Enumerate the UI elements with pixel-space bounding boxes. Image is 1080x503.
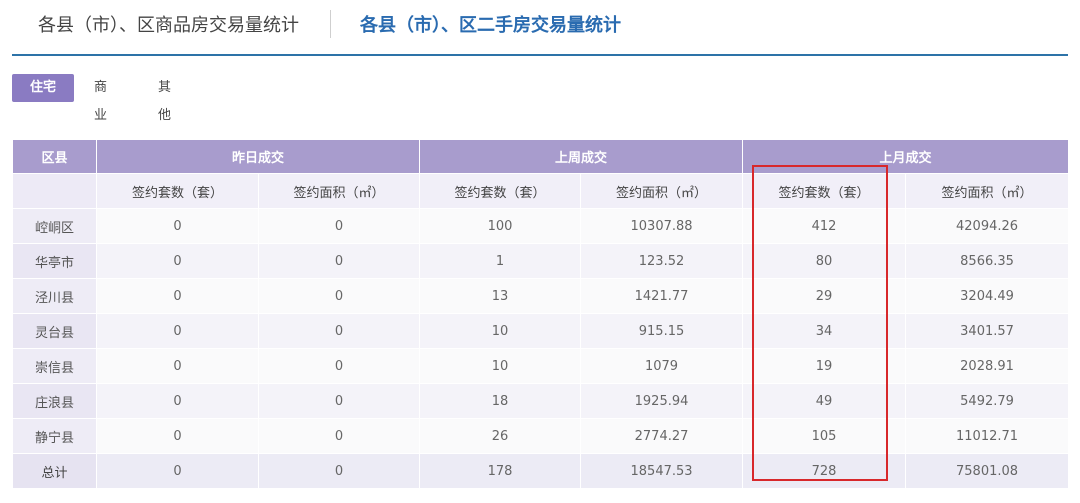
district-cell: 泾川县 [12, 278, 97, 314]
subheader-cell [12, 173, 97, 209]
data-cell: 0 [96, 208, 259, 244]
data-cell: 0 [96, 383, 259, 419]
data-cell: 0 [257, 348, 421, 384]
tab-commercial-housing-stats[interactable]: 各县（市）、区商品房交易量统计 [38, 11, 299, 37]
subheader-cell: 签约套数（套） [96, 173, 259, 209]
table-row: 庄浪县 0 0 18 1925.94 49 5492.79 [12, 383, 1070, 419]
subheader-cell: 签约面积（㎡） [257, 173, 421, 209]
data-cell: 3204.49 [905, 278, 1070, 314]
header-yesterday: 昨日成交 [95, 139, 421, 174]
tab-divider [330, 10, 331, 38]
subheader-cell: 签约套数（套） [419, 173, 582, 209]
total-cell: 18547.53 [580, 453, 744, 489]
data-cell: 0 [257, 383, 421, 419]
district-cell: 静宁县 [12, 418, 97, 454]
table-row: 崆峒区 0 0 100 10307.88 412 42094.26 [12, 208, 1070, 244]
total-cell: 0 [257, 453, 421, 489]
data-cell: 26 [419, 418, 582, 454]
district-cell: 崇信县 [12, 348, 97, 384]
data-cell: 10 [419, 313, 582, 349]
data-cell: 0 [96, 348, 259, 384]
total-row: 总计 0 0 178 18547.53 728 75801.08 [12, 453, 1070, 489]
data-cell: 0 [257, 313, 421, 349]
data-cell: 34 [742, 313, 907, 349]
total-cell: 75801.08 [905, 453, 1070, 489]
transaction-table: 区县 昨日成交 上周成交 上月成交 签约套数（套） 签约面积（㎡） 签约套数（套… [12, 139, 1070, 489]
total-label: 总计 [12, 453, 97, 489]
data-cell: 42094.26 [905, 208, 1070, 244]
district-cell: 灵台县 [12, 313, 97, 349]
data-cell: 1079 [580, 348, 744, 384]
header-last-month: 上月成交 [742, 139, 1070, 174]
data-cell: 19 [742, 348, 907, 384]
total-cell: 728 [742, 453, 907, 489]
data-cell: 105 [742, 418, 907, 454]
sub-tab-commercial[interactable]: 商业 [94, 74, 107, 123]
tab-second-hand-housing-stats[interactable]: 各县（市）、区二手房交易量统计 [360, 11, 621, 37]
table-row: 泾川县 0 0 13 1421.77 29 3204.49 [12, 278, 1070, 314]
district-cell: 华亭市 [12, 243, 97, 279]
data-cell: 8566.35 [905, 243, 1070, 279]
data-cell: 1925.94 [580, 383, 744, 419]
data-cell: 5492.79 [905, 383, 1070, 419]
district-cell: 崆峒区 [12, 208, 97, 244]
data-cell: 0 [96, 418, 259, 454]
table-row: 崇信县 0 0 10 1079 19 2028.91 [12, 348, 1070, 384]
data-cell: 10307.88 [580, 208, 744, 244]
data-cell: 2028.91 [905, 348, 1070, 384]
district-cell: 庄浪县 [12, 383, 97, 419]
data-cell: 0 [257, 208, 421, 244]
data-cell: 11012.71 [905, 418, 1070, 454]
data-cell: 0 [257, 243, 421, 279]
table-header-row: 区县 昨日成交 上周成交 上月成交 [12, 139, 1070, 174]
data-cell: 80 [742, 243, 907, 279]
sub-tab-other[interactable]: 其他 [158, 74, 171, 123]
tab-underline [12, 54, 1068, 56]
header-district: 区县 [12, 139, 97, 174]
data-cell: 0 [257, 418, 421, 454]
subheader-cell: 签约面积（㎡） [905, 173, 1070, 209]
data-cell: 49 [742, 383, 907, 419]
data-cell: 0 [96, 313, 259, 349]
data-cell: 0 [257, 278, 421, 314]
data-cell: 1421.77 [580, 278, 744, 314]
top-tab-bar: 各县（市）、区商品房交易量统计 各县（市）、区二手房交易量统计 [0, 0, 1080, 56]
sub-tab-residential[interactable]: 住宅 [12, 74, 74, 102]
data-cell: 1 [419, 243, 582, 279]
subheader-cell: 签约面积（㎡） [580, 173, 744, 209]
subheader-cell: 签约套数（套） [742, 173, 907, 209]
data-cell: 2774.27 [580, 418, 744, 454]
table-row: 华亭市 0 0 1 123.52 80 8566.35 [12, 243, 1070, 279]
data-cell: 13 [419, 278, 582, 314]
data-cell: 0 [96, 278, 259, 314]
total-cell: 178 [419, 453, 582, 489]
data-cell: 412 [742, 208, 907, 244]
data-cell: 29 [742, 278, 907, 314]
total-cell: 0 [96, 453, 259, 489]
data-cell: 100 [419, 208, 582, 244]
table-subheader-row: 签约套数（套） 签约面积（㎡） 签约套数（套） 签约面积（㎡） 签约套数（套） … [12, 173, 1070, 209]
data-cell: 123.52 [580, 243, 744, 279]
table-row: 灵台县 0 0 10 915.15 34 3401.57 [12, 313, 1070, 349]
data-cell: 0 [96, 243, 259, 279]
table-row: 静宁县 0 0 26 2774.27 105 11012.71 [12, 418, 1070, 454]
data-cell: 3401.57 [905, 313, 1070, 349]
data-cell: 10 [419, 348, 582, 384]
header-last-week: 上周成交 [419, 139, 744, 174]
data-cell: 18 [419, 383, 582, 419]
data-cell: 915.15 [580, 313, 744, 349]
